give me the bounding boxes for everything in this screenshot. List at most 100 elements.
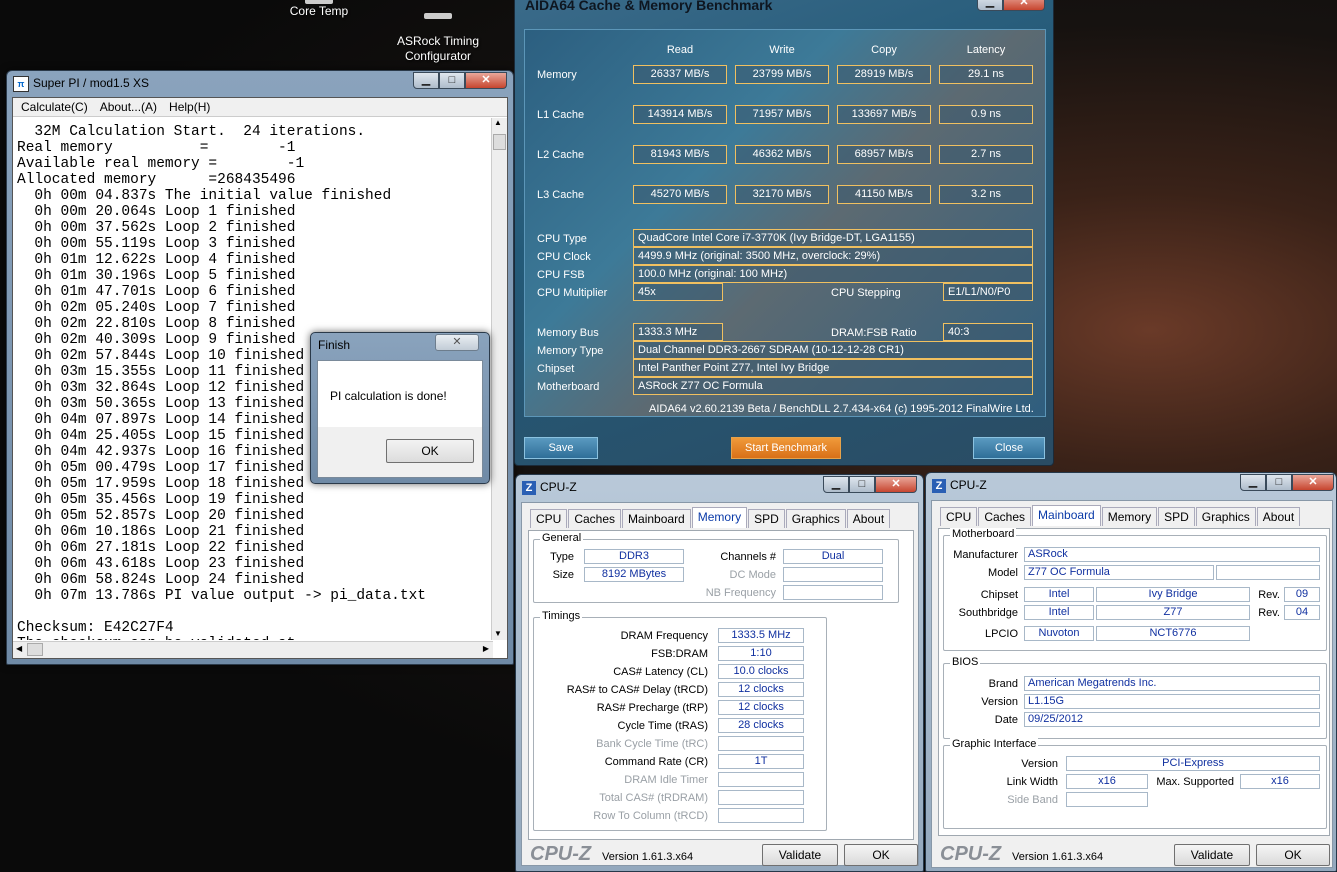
timing-value — [718, 736, 804, 751]
l1-read: 143914 MB/s — [633, 105, 727, 124]
scroll-right-icon[interactable]: ▶ — [483, 644, 489, 653]
tab-mainboard[interactable]: Mainboard — [622, 509, 691, 528]
memory-write: 23799 MB/s — [735, 65, 829, 84]
tab-mainboard[interactable]: Mainboard — [1032, 505, 1101, 526]
maximize-button[interactable]: □ — [849, 476, 875, 493]
validate-button[interactable]: Validate — [1174, 844, 1250, 866]
southbridge-rev: 04 — [1284, 605, 1320, 620]
cpu-fsb-value: 100.0 MHz (original: 100 MHz) — [633, 265, 1033, 283]
ok-button[interactable]: OK — [844, 844, 918, 866]
tab-spd[interactable]: SPD — [748, 509, 785, 528]
graphic-interface-title: Graphic Interface — [950, 738, 1039, 750]
vertical-scrollbar[interactable]: ▲ ▼ — [491, 118, 507, 640]
cpuz-mainboard-window: Z CPU-Z ▁ □ ✕ CPU Caches Mainboard Memor… — [925, 472, 1337, 872]
timing-value: 1333.5 MHz — [718, 628, 804, 643]
window-controls: ▁ □ ✕ — [1240, 474, 1334, 492]
menu-about[interactable]: About...(A) — [100, 98, 157, 116]
l2-write: 46362 MB/s — [735, 145, 829, 164]
l1-latency: 0.9 ns — [939, 105, 1033, 124]
timing-label: RAS# Precharge (tRP) — [596, 702, 708, 714]
aida-footer-text: AIDA64 v2.60.2139 Beta / BenchDLL 2.7.43… — [649, 403, 1034, 415]
ok-button[interactable]: OK — [386, 439, 474, 463]
tab-cpu[interactable]: CPU — [940, 507, 978, 526]
close-button[interactable]: ✕ — [1003, 0, 1045, 11]
timing-value: 1:10 — [718, 646, 804, 661]
info-label: Chipset — [537, 363, 575, 375]
close-button[interactable]: ✕ — [465, 72, 507, 89]
memory-bus-value: 1333.3 MHz — [633, 323, 723, 341]
col-copy: Copy — [871, 44, 897, 56]
graphic-interface-group: Graphic Interface Version PCI-Express Li… — [943, 738, 1327, 829]
maximize-button[interactable]: □ — [439, 72, 465, 89]
l3-write: 32170 MB/s — [735, 185, 829, 204]
close-button[interactable]: Close — [973, 437, 1045, 459]
timing-value — [718, 790, 804, 805]
cpuz-logo-icon: Z — [522, 481, 536, 495]
tab-spd[interactable]: SPD — [1158, 507, 1195, 526]
scroll-down-icon[interactable]: ▼ — [494, 629, 502, 638]
horizontal-scrollbar[interactable]: ◀ ▶ — [13, 641, 493, 658]
tab-cpu[interactable]: CPU — [530, 509, 568, 528]
minimize-button[interactable]: ▁ — [413, 72, 439, 89]
size-label: Size — [552, 569, 574, 581]
scroll-thumb-h[interactable] — [27, 643, 43, 656]
timing-label: DRAM Frequency — [620, 630, 708, 642]
model-extra — [1216, 565, 1320, 580]
tab-memory[interactable]: Memory — [1101, 507, 1158, 526]
desktop-icon-core-temp[interactable]: Core Temp — [284, 0, 354, 19]
mainboard-tab-panel: Motherboard Manufacturer ASRock Model Z7… — [938, 528, 1330, 836]
timing-value: 1T — [718, 754, 804, 769]
tab-caches[interactable]: Caches — [568, 509, 622, 528]
start-benchmark-button[interactable]: Start Benchmark — [731, 437, 841, 459]
cpu-multiplier-value: 45x — [633, 283, 723, 301]
side-band-value — [1066, 792, 1148, 807]
close-button[interactable]: ✕ — [875, 476, 917, 493]
scroll-left-icon[interactable]: ◀ — [16, 644, 22, 653]
tab-about[interactable]: About — [846, 509, 891, 528]
size-value: 8192 MBytes — [584, 567, 684, 582]
desktop-icon-asrock-timing[interactable]: ASRock Timing Configurator — [388, 0, 488, 64]
dc-mode-label: DC Mode — [729, 569, 776, 581]
tab-memory[interactable]: Memory — [691, 507, 748, 528]
ok-button[interactable]: OK — [1256, 844, 1330, 866]
close-icon[interactable]: ✕ — [435, 334, 479, 351]
timing-label: CAS# Latency (CL) — [613, 666, 708, 678]
info-label: CPU Clock — [537, 251, 591, 263]
desktop-icon-label: ASRock Timing Configurator — [396, 34, 480, 63]
menu-help[interactable]: Help(H) — [169, 98, 210, 116]
timing-value: 10.0 clocks — [718, 664, 804, 679]
scroll-up-icon[interactable]: ▲ — [494, 118, 502, 127]
southbridge-label: Southbridge — [958, 607, 1018, 619]
minimize-button[interactable]: ▁ — [977, 0, 1003, 11]
minimize-button[interactable]: ▁ — [823, 476, 849, 493]
scroll-thumb[interactable] — [493, 134, 506, 150]
validate-button[interactable]: Validate — [762, 844, 838, 866]
memory-copy: 28919 MB/s — [837, 65, 931, 84]
l2-copy: 68957 MB/s — [837, 145, 931, 164]
close-button[interactable]: ✕ — [1292, 474, 1334, 491]
tab-graphics[interactable]: Graphics — [1195, 507, 1256, 526]
timing-value: 12 clocks — [718, 700, 804, 715]
minimize-button[interactable]: ▁ — [1240, 474, 1266, 491]
timing-label: RAS# to CAS# Delay (tRCD) — [566, 684, 708, 696]
cpuz-version: Version 1.61.3.x64 — [1012, 851, 1104, 863]
cpuz-tabs: CPU Caches Mainboard Memory SPD Graphics… — [940, 505, 1301, 528]
max-supported-value: x16 — [1240, 774, 1320, 789]
window-controls: ▁ □ ✕ — [823, 476, 917, 494]
l2-latency: 2.7 ns — [939, 145, 1033, 164]
timings-title: Timings — [540, 610, 583, 622]
cpuz-logo-icon: Z — [932, 479, 946, 493]
memory-type-value: Dual Channel DDR3-2667 SDRAM (10-12-12-2… — [633, 341, 1033, 359]
save-button[interactable]: Save — [524, 437, 598, 459]
dc-mode-value — [783, 567, 883, 582]
tab-about[interactable]: About — [1256, 507, 1301, 526]
maximize-button[interactable]: □ — [1266, 474, 1292, 491]
tab-caches[interactable]: Caches — [978, 507, 1032, 526]
tab-graphics[interactable]: Graphics — [785, 509, 846, 528]
southbridge-rev-label: Rev. — [1258, 607, 1280, 619]
lpcio-label: LPCIO — [984, 628, 1018, 640]
max-supported-label: Max. Supported — [1156, 776, 1234, 788]
model-label: Model — [988, 567, 1018, 579]
motherboard-value: ASRock Z77 OC Formula — [633, 377, 1033, 395]
menu-calculate[interactable]: Calculate(C) — [21, 98, 88, 116]
